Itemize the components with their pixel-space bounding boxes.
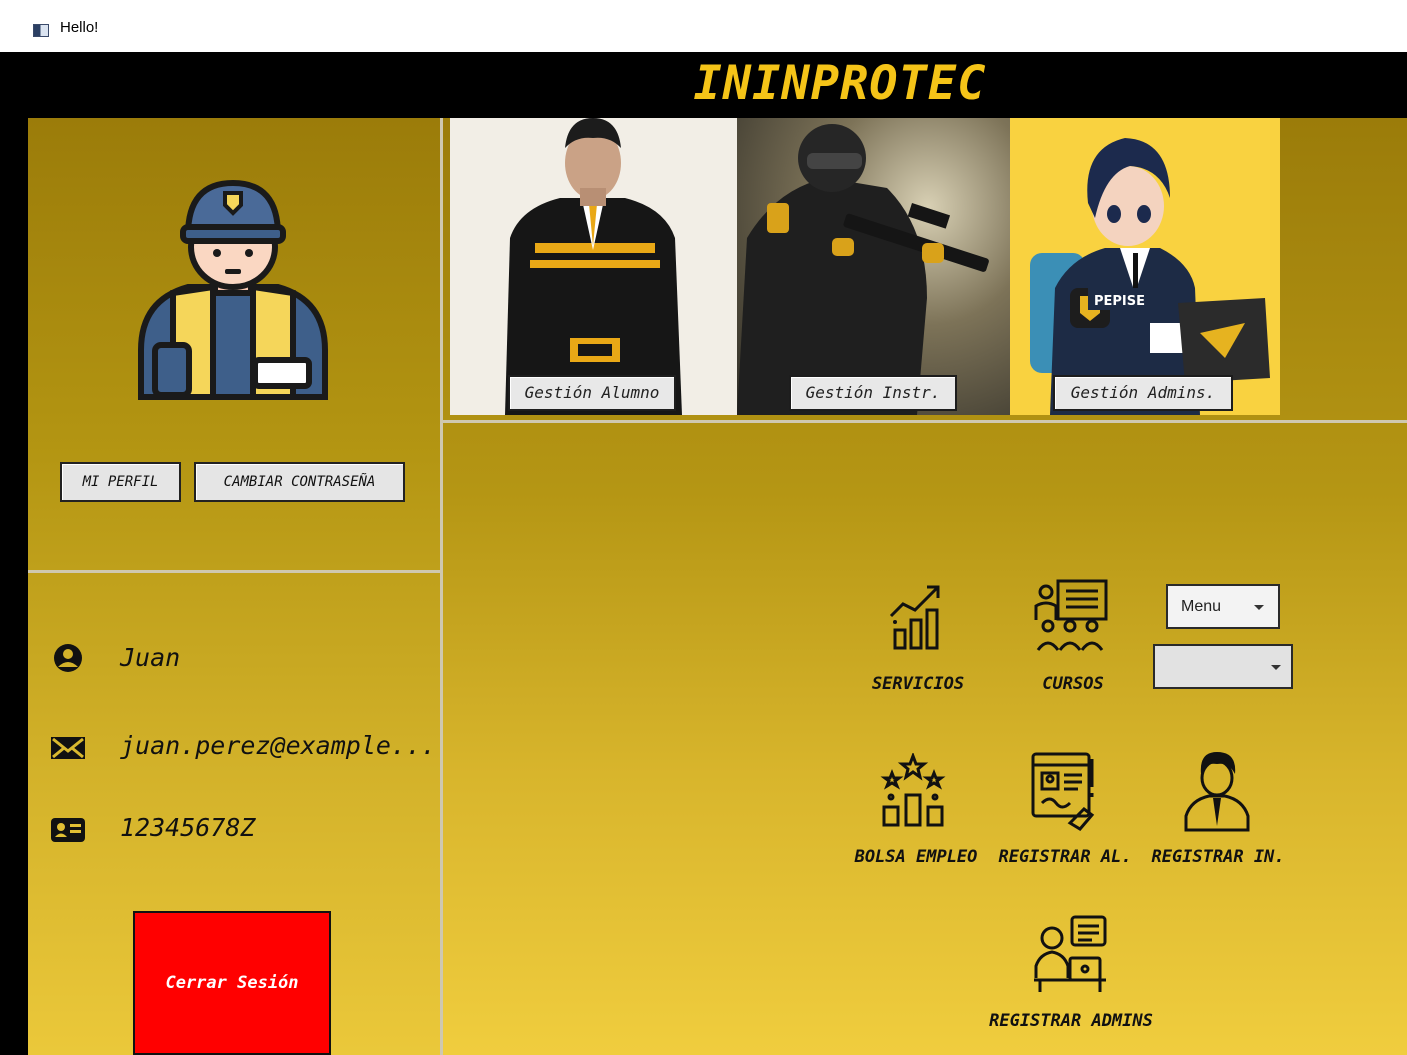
profile-email: juan.perez@example... <box>120 731 437 760</box>
student-management-image: Gestión Alumno <box>450 118 737 415</box>
admin-figure-illustration: PEPISE <box>1030 138 1270 415</box>
content-divider <box>443 420 1407 423</box>
profile-divider <box>28 570 440 573</box>
admin-patch-text: PEPISE <box>1094 294 1145 309</box>
change-password-button[interactable]: CAMBIAR CONTRASEÑA <box>194 462 405 502</box>
job-board-label[interactable]: BOLSA EMPLEO <box>848 847 984 867</box>
instructor-person-icon[interactable] <box>1183 750 1251 832</box>
instructor-management-image: Gestión Instr. <box>737 118 1010 415</box>
admin-desk-icon[interactable] <box>1032 914 1108 994</box>
envelope-icon <box>51 737 85 759</box>
classroom-icon[interactable] <box>1032 578 1112 656</box>
menu-dropdown[interactable]: Menu <box>1166 584 1280 629</box>
id-card-icon <box>51 818 85 842</box>
profile-id-number: 12345678Z <box>120 813 256 842</box>
chevron-down-icon <box>1271 664 1281 670</box>
my-profile-button[interactable]: MI PERFIL <box>60 462 181 502</box>
courses-label[interactable]: CURSOS <box>1030 674 1116 694</box>
menu-dropdown-value: Menu <box>1181 598 1222 615</box>
student-management-button[interactable]: Gestión Alumno <box>508 375 676 411</box>
register-instructor-label[interactable]: REGISTRAR IN. <box>1146 847 1290 867</box>
chevron-down-icon <box>1254 604 1264 610</box>
register-student-label[interactable]: REGISTRAR AL. <box>992 847 1138 867</box>
management-gallery: Gestión Alumno Gestión Instr. PEPISE Ges… <box>450 118 1280 415</box>
app-header: ININPROTEC <box>0 52 1407 118</box>
registration-form-icon[interactable] <box>1030 751 1100 831</box>
admin-management-image: PEPISE Gestión Admins. <box>1010 118 1280 415</box>
instructor-management-button[interactable]: Gestión Instr. <box>789 375 957 411</box>
secondary-dropdown[interactable] <box>1153 644 1293 689</box>
admin-management-button[interactable]: Gestión Admins. <box>1053 375 1233 411</box>
app-window-icon <box>33 24 49 37</box>
window-title: Hello! <box>60 19 99 36</box>
services-label[interactable]: SERVICIOS <box>866 674 970 694</box>
profile-name: Juan <box>120 643 181 672</box>
logout-button[interactable]: Cerrar Sesión <box>133 911 331 1055</box>
brand-title: ININPROTEC <box>693 56 987 111</box>
student-figure-illustration <box>505 118 682 415</box>
register-admins-label[interactable]: REGISTRAR ADMINS <box>980 1011 1162 1031</box>
stars-chart-icon[interactable] <box>880 753 946 827</box>
window-titlebar: Hello! <box>0 0 1407 52</box>
user-icon <box>54 644 82 672</box>
instructor-figure-illustration <box>737 124 989 415</box>
avatar <box>138 179 328 400</box>
growth-chart-icon[interactable] <box>887 582 947 650</box>
